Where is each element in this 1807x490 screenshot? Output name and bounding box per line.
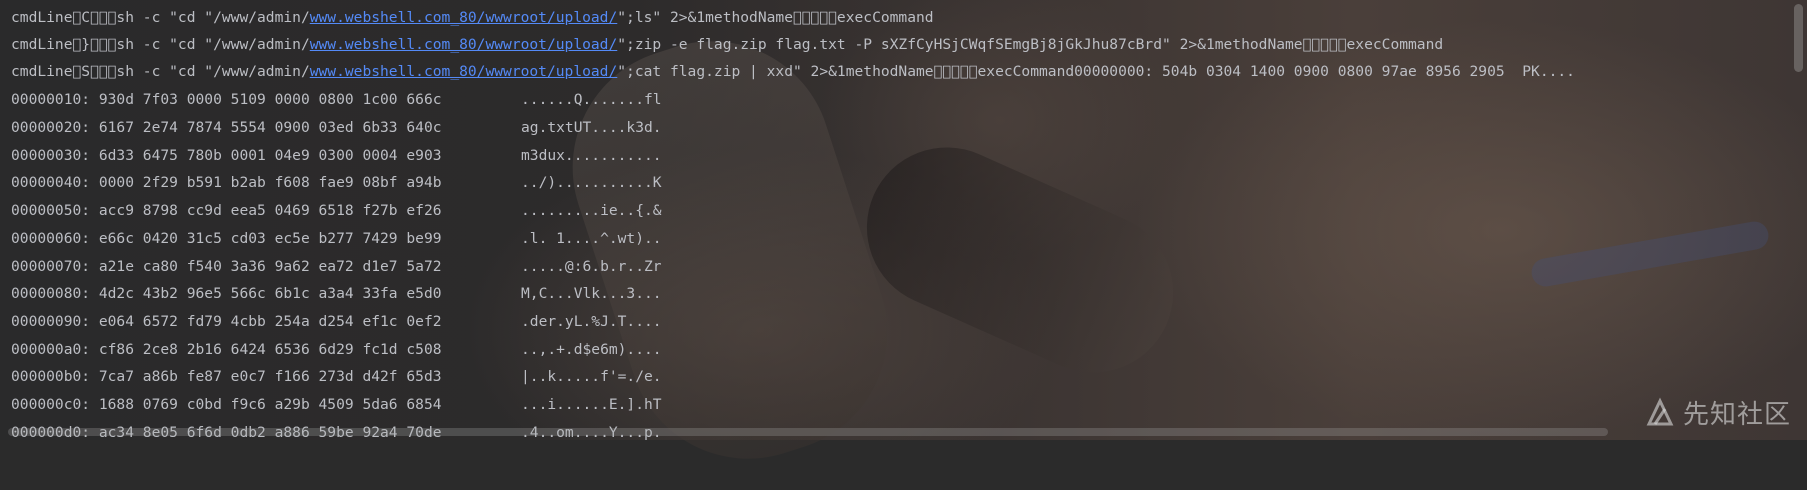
hex-bytes: 00000050: acc9 8798 cc9d eea5 0469 6518 … [11,202,442,219]
console-output[interactable]: cmdLine C   sh -c "cd "/www/admin/www.we… [0,0,1790,440]
hex-dump-line: 00000060: e66c 0420 31c5 cd03 ec5e b277 … [11,226,662,252]
hex-ascii: .....@:6.b.r..Zr [521,258,662,275]
watermark-logo-icon [1646,397,1674,426]
hex-ascii: .........ie..{.& [521,202,662,219]
cmd-prefix: cmdLine S   sh -c "cd "/www/admin/ [11,63,310,80]
cmd-prefix: cmdLine C   sh -c "cd "/www/admin/ [11,9,310,26]
watermark: 先知社区 [1645,392,1791,432]
hex-ascii: ..,.+.d$e6m).... [521,341,662,358]
hex-dump-line: 00000020: 6167 2e74 7874 5554 0900 03ed … [11,115,662,141]
hex-dump-line: 000000b0: 7ca7 a86b fe87 e0c7 f166 273d … [11,364,662,390]
hex-ascii: ag.txtUT....k3d. [521,119,662,136]
watermark-text: 先知社区 [1682,399,1791,430]
hex-ascii: m3dux........... [521,147,662,164]
hex-bytes: 00000080: 4d2c 43b2 96e5 566c 6b1c a3a4 … [11,285,442,302]
console-line-cmd: cmdLine }   sh -c "cd "/www/admin/www.we… [11,32,1443,58]
hex-bytes: 000000b0: 7ca7 a86b fe87 e0c7 f166 273d … [11,368,442,385]
hex-ascii: M,C...Vlk...3... [521,285,662,302]
hex-bytes: 00000040: 0000 2f29 b591 b2ab f608 fae9 … [11,174,442,191]
hex-bytes: 00000060: e66c 0420 31c5 cd03 ec5e b277 … [11,230,442,247]
hex-dump-line: 000000c0: 1688 0769 c0bd f9c6 a29b 4509 … [11,392,662,418]
hex-bytes: 00000010: 930d 7f03 0000 5109 0000 0800 … [11,91,442,108]
cmd-prefix: cmdLine }   sh -c "cd "/www/admin/ [11,36,310,53]
hex-bytes: 000000a0: cf86 2ce8 2b16 6424 6536 6d29 … [11,341,442,358]
path-link[interactable]: www.webshell.com_80/wwwroot/upload/ [310,36,618,53]
hex-ascii: .der.yL.%J.T.... [521,313,662,330]
hex-bytes: 00000070: a21e ca80 f540 3a36 9a62 ea72 … [11,258,442,275]
hex-bytes: 00000030: 6d33 6475 780b 0001 04e9 0300 … [11,147,442,164]
console-line-cmd: cmdLine C   sh -c "cd "/www/admin/www.we… [11,5,934,31]
hex-dump-line: 000000a0: cf86 2ce8 2b16 6424 6536 6d29 … [11,337,662,363]
hex-ascii: ...i......E.].hT [521,396,662,413]
hex-bytes: 00000020: 6167 2e74 7874 5554 0900 03ed … [11,119,442,136]
hex-dump-line: 00000040: 0000 2f29 b591 b2ab f608 fae9 … [11,170,662,196]
hex-dump-line: 00000050: acc9 8798 cc9d eea5 0469 6518 … [11,198,662,224]
hex-ascii: .l. 1....^.wt).. [521,230,662,247]
cmd-suffix: ";zip -e flag.zip flag.txt -P sXZfCyHSjC… [617,36,1444,53]
vertical-scrollbar[interactable] [1790,0,1807,425]
hex-dump-line: 00000080: 4d2c 43b2 96e5 566c 6b1c a3a4 … [11,281,662,307]
cmd-suffix: ";cat flag.zip | xxd" 2>&1methodName    … [617,63,1575,80]
hex-dump-line: 00000010: 930d 7f03 0000 5109 0000 0800 … [11,87,662,113]
horizontal-scrollbar-thumb[interactable] [8,428,1608,436]
console-line-cmd: cmdLine S   sh -c "cd "/www/admin/www.we… [11,59,1575,85]
hex-ascii: ......Q.......fl [521,91,662,108]
vertical-scrollbar-thumb[interactable] [1794,4,1803,72]
hex-ascii: ../)...........K [521,174,662,191]
hex-dump-line: 00000030: 6d33 6475 780b 0001 04e9 0300 … [11,143,662,169]
cmd-suffix: ";ls" 2>&1methodName     execCommand [617,9,934,26]
hex-dump-line: 00000090: e064 6572 fd79 4cbb 254a d254 … [11,309,662,335]
path-link[interactable]: www.webshell.com_80/wwwroot/upload/ [310,9,618,26]
hex-bytes: 00000090: e064 6572 fd79 4cbb 254a d254 … [11,313,442,330]
hex-bytes: 000000c0: 1688 0769 c0bd f9c6 a29b 4509 … [11,396,442,413]
hex-ascii: |..k.....f'=./e. [521,368,662,385]
path-link[interactable]: www.webshell.com_80/wwwroot/upload/ [310,63,618,80]
hex-dump-line: 00000070: a21e ca80 f540 3a36 9a62 ea72 … [11,254,662,280]
